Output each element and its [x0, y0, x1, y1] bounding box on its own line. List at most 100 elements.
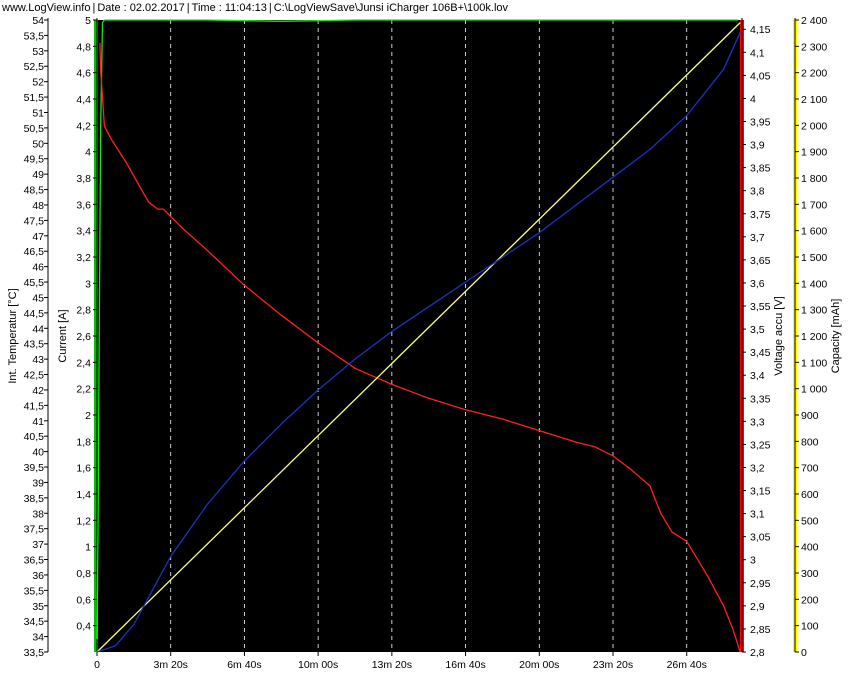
temp-tick-label: 39 — [32, 477, 44, 489]
voltage-tick-label: 3,65 — [750, 255, 771, 267]
voltage-tick-label: 4,1 — [750, 47, 765, 59]
temp-tick-label: 45 — [32, 292, 44, 304]
voltage-tick-label: 2,95 — [750, 578, 771, 590]
temp-tick-label: 45,5 — [24, 277, 45, 289]
temp-tick-label: 44 — [32, 323, 44, 335]
temp-tick-label: 43,5 — [24, 339, 45, 351]
current-tick-label: 3,2 — [76, 252, 91, 264]
current-tick-label: 3,6 — [76, 199, 91, 211]
capacity-tick-label: 2 000 — [801, 120, 827, 132]
capacity-tick-label: 1 900 — [801, 147, 827, 159]
temp-axis-title: Int. Temperatur [°C] — [7, 288, 19, 383]
voltage-tick-label: 3,75 — [750, 209, 771, 221]
capacity-tick-label: 1 400 — [801, 278, 827, 290]
temp-tick-label: 46,5 — [24, 246, 45, 258]
capacity-tick-label: 1 000 — [801, 384, 827, 396]
capacity-tick-label: 300 — [801, 568, 819, 580]
capacity-tick-label: 700 — [801, 463, 819, 475]
temp-tick-label: 33,5 — [24, 647, 45, 659]
temp-tick-label: 37,5 — [24, 524, 45, 536]
voltage-tick-label: 3,1 — [750, 509, 765, 521]
voltage-tick-label: 3,6 — [750, 278, 765, 290]
capacity-tick-label: 2 200 — [801, 68, 827, 80]
temp-tick-label: 53,5 — [24, 30, 45, 42]
current-tick-label: 4 — [85, 147, 91, 159]
voltage-tick-label: 2,8 — [750, 647, 765, 659]
temp-tick-label: 47 — [32, 231, 44, 243]
temp-tick-label: 38 — [32, 508, 44, 520]
capacity-tick-label: 100 — [801, 621, 819, 633]
voltage-tick-label: 3,9 — [750, 140, 765, 152]
capacity-tick-label: 1 800 — [801, 173, 827, 185]
voltage-tick-label: 2,85 — [750, 624, 771, 636]
capacity-tick-label: 600 — [801, 489, 819, 501]
temp-tick-label: 39,5 — [24, 462, 45, 474]
current-tick-label: 4,2 — [76, 120, 91, 132]
capacity-tick-label: 1 100 — [801, 357, 827, 369]
temp-tick-label: 38,5 — [24, 493, 45, 505]
x-tick-label: 10m 00s — [298, 659, 338, 671]
current-tick-label: 4,4 — [76, 94, 91, 106]
temp-tick-label: 42,5 — [24, 370, 45, 382]
current-tick-label: 1,8 — [76, 436, 91, 448]
voltage-tick-label: 4 — [750, 93, 756, 105]
current-tick-label: 1,4 — [76, 489, 91, 501]
capacity-tick-label: 400 — [801, 542, 819, 554]
temp-tick-label: 51,5 — [24, 92, 45, 104]
current-tick-label: 2,6 — [76, 331, 91, 343]
charging-log-chart: 0 3m 20s 6m 40s 10m 00s 13m 20s 16m 40s 20m 00… — [7, 15, 842, 671]
voltage-tick-label: 3,15 — [750, 486, 771, 498]
current-tick-label: 3 — [85, 278, 91, 290]
temp-tick-label: 44,5 — [24, 308, 45, 320]
voltage-tick-label: 3,8 — [750, 186, 765, 198]
current-tick-label: 1 — [85, 542, 91, 554]
x-tick-label: 13m 20s — [372, 659, 412, 671]
x-tick-label: 3m 20s — [153, 659, 187, 671]
current-tick-label: 2,4 — [76, 357, 91, 369]
voltage-tick-label: 3,05 — [750, 532, 771, 544]
voltage-tick-label: 3,35 — [750, 393, 771, 405]
current-axis-title: Current [A] — [57, 309, 69, 362]
temp-tick-label: 52 — [32, 77, 44, 89]
temp-tick-label: 51 — [32, 107, 44, 119]
voltage-tick-label: 3,25 — [750, 439, 771, 451]
temp-tick-label: 43 — [32, 354, 44, 366]
temp-tick-label: 35,5 — [24, 585, 45, 597]
voltage-tick-label: 3 — [750, 555, 756, 567]
current-tick-label: 0,8 — [76, 568, 91, 580]
current-tick-label: 2,2 — [76, 384, 91, 396]
voltage-tick-label: 3,45 — [750, 347, 771, 359]
capacity-tick-label: 2 100 — [801, 94, 827, 106]
current-tick-label: 2,8 — [76, 305, 91, 317]
voltage-tick-label: 4,15 — [750, 24, 771, 36]
capacity-tick-label: 1 500 — [801, 252, 827, 264]
temp-tick-label: 53 — [32, 46, 44, 58]
capacity-tick-label: 1 200 — [801, 331, 827, 343]
current-tick-label: 2 — [85, 410, 91, 422]
voltage-tick-label: 3,2 — [750, 462, 765, 474]
current-tick-label: 4,8 — [76, 41, 91, 53]
temp-tick-label: 34 — [32, 632, 44, 644]
capacity-tick-label: 0 — [801, 647, 807, 659]
current-tick-label: 5 — [85, 15, 91, 27]
temp-tick-label: 49 — [32, 169, 44, 181]
temp-tick-label: 36,5 — [24, 555, 45, 567]
temp-tick-label: 52,5 — [24, 61, 45, 73]
temp-tick-label: 34,5 — [24, 616, 45, 628]
temp-tick-label: 40 — [32, 447, 44, 459]
temp-tick-label: 41 — [32, 416, 44, 428]
temp-tick-label: 54 — [32, 15, 44, 27]
current-tick-label: 3,8 — [76, 173, 91, 185]
x-tick-label: 16m 40s — [445, 659, 485, 671]
temp-tick-label: 40,5 — [24, 431, 45, 443]
voltage-tick-label: 2,9 — [750, 601, 765, 613]
x-tick-label: 23m 20s — [593, 659, 633, 671]
voltage-tick-label: 3,55 — [750, 301, 771, 313]
temp-tick-label: 36 — [32, 570, 44, 582]
temp-tick-label: 42 — [32, 385, 44, 397]
voltage-tick-label: 3,7 — [750, 232, 765, 244]
voltage-tick-label: 3,85 — [750, 163, 771, 175]
current-tick-label: 0,6 — [76, 594, 91, 606]
x-tick-label: 20m 00s — [519, 659, 559, 671]
voltage-axis-title: Voltage accu [V] — [773, 296, 785, 376]
